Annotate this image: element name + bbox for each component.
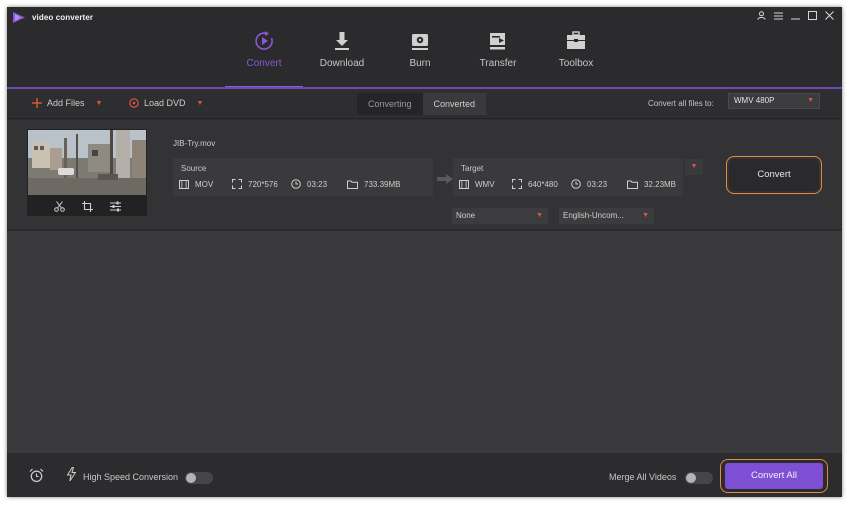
main-nav: Convert Download Burn Transfer Toolbox [225, 27, 615, 87]
dvd-icon [129, 98, 139, 108]
tab-download[interactable]: Download [303, 27, 381, 87]
toolbox-icon [567, 31, 585, 49]
target-resolution: 640*480 [528, 179, 558, 189]
source-duration: 03:23 [307, 179, 328, 189]
source-format: MOV [195, 179, 214, 189]
target-title: Target [461, 164, 484, 173]
source-size: 733.39MB [364, 179, 401, 189]
chevron-down-icon: ▼ [536, 212, 543, 219]
app-window: video converter Convert Download Burn Tr… [7, 7, 842, 497]
alarm-clock-icon[interactable] [29, 468, 44, 483]
clock-icon [571, 179, 581, 189]
scissors-icon[interactable] [53, 201, 65, 212]
tab-convert-label: Convert [246, 58, 282, 69]
target-format: WMV [475, 179, 495, 189]
tab-transfer-label: Transfer [479, 58, 517, 69]
maximize-icon[interactable] [807, 10, 817, 21]
thumbnail-toolbar [27, 197, 147, 216]
load-dvd-button[interactable]: Load DVD ▼ [129, 98, 203, 108]
transfer-icon [490, 33, 505, 50]
plus-icon [32, 98, 42, 108]
target-size: 32.23MB [644, 179, 677, 189]
chevron-down-icon: ▼ [685, 159, 703, 175]
merge-all-videos-label: Merge All Videos [609, 472, 677, 482]
target-format-dropdown[interactable]: ▼ [685, 159, 703, 195]
tab-burn[interactable]: Burn [381, 27, 459, 87]
toolbar: Add Files ▼ Load DVD ▼ Converting Conver… [7, 89, 842, 119]
conversion-tabs: Converting Converted [357, 93, 487, 115]
source-meta: MOV 720*576 03:23 733.39MB [179, 179, 400, 189]
tab-burn-label: Burn [409, 58, 431, 69]
convert-icon [255, 31, 273, 50]
high-speed-conversion-toggle[interactable] [185, 472, 213, 484]
minimize-icon[interactable] [790, 10, 800, 21]
convert-button-highlight: Convert [726, 156, 822, 194]
subtitle-select-value: None [456, 211, 476, 220]
load-dvd-label: Load DVD [144, 98, 186, 108]
tab-convert[interactable]: Convert [225, 27, 303, 87]
output-format-select[interactable]: WMV 480P ▼ [728, 93, 820, 109]
subtitle-select[interactable]: None ▼ [452, 208, 548, 224]
menu-icon[interactable] [773, 10, 783, 21]
tab-download-label: Download [319, 58, 365, 69]
add-files-button[interactable]: Add Files ▼ [32, 98, 102, 108]
effects-sliders-icon[interactable] [109, 201, 121, 212]
film-icon [179, 179, 189, 189]
chevron-down-icon: ▼ [807, 97, 814, 104]
output-format-value: WMV 480P [734, 96, 775, 105]
tab-toolbox-label: Toolbox [558, 58, 594, 69]
target-duration: 03:23 [587, 179, 608, 189]
tab-transfer[interactable]: Transfer [459, 27, 537, 87]
merge-all-videos-toggle[interactable] [685, 472, 713, 484]
resolution-icon [512, 179, 522, 189]
folder-icon [347, 180, 358, 189]
resolution-icon [232, 179, 242, 189]
app-title: video converter [32, 13, 94, 22]
clock-icon [291, 179, 301, 189]
add-files-label: Add Files [47, 98, 85, 108]
film-icon [459, 179, 469, 189]
close-icon[interactable] [824, 10, 834, 21]
window-controls [756, 10, 834, 21]
add-files-dropdown-icon[interactable]: ▼ [96, 100, 103, 107]
tab-toolbox[interactable]: Toolbox [537, 27, 615, 87]
crop-icon[interactable] [81, 201, 93, 212]
source-info: Source MOV 720*576 03:23 733.39MB [173, 158, 433, 196]
download-icon [335, 32, 349, 50]
tab-converting[interactable]: Converting [357, 93, 423, 115]
video-thumbnail-panel [27, 129, 147, 216]
target-meta: WMV 640*480 03:23 32.23MB [459, 179, 676, 189]
title-bar: video converter Convert Download Burn Tr… [7, 7, 842, 87]
user-icon[interactable] [756, 10, 766, 21]
tab-converted[interactable]: Converted [422, 93, 487, 115]
convert-arrow-icon [437, 174, 453, 184]
bottom-bar: High Speed Conversion Merge All Videos C… [7, 453, 842, 497]
play-logo-icon [13, 12, 25, 23]
convert-button[interactable]: Convert [729, 159, 819, 191]
audio-track-select[interactable]: English-Uncom... ▼ [559, 208, 654, 224]
source-resolution: 720*576 [248, 179, 278, 189]
file-item: JIB-Try.mov Source MOV 720*576 03:23 733… [7, 120, 842, 230]
folder-icon [627, 180, 638, 189]
file-list-empty-area [7, 231, 842, 453]
chevron-down-icon: ▼ [642, 212, 649, 219]
target-info[interactable]: Target WMV 640*480 03:23 32.23MB [453, 158, 683, 196]
high-speed-conversion-label: High Speed Conversion [83, 472, 179, 482]
convert-all-button-highlight: Convert All [720, 459, 828, 493]
video-thumbnail[interactable] [28, 130, 146, 195]
burn-icon [412, 34, 428, 50]
source-title: Source [181, 164, 207, 173]
audio-track-select-value: English-Uncom... [563, 211, 624, 220]
load-dvd-dropdown-icon[interactable]: ▼ [197, 100, 204, 107]
file-name: JIB-Try.mov [173, 139, 216, 148]
lightning-icon [67, 467, 76, 481]
convert-all-button[interactable]: Convert All [725, 463, 823, 489]
convert-all-files-label: Convert all files to: [648, 99, 714, 108]
